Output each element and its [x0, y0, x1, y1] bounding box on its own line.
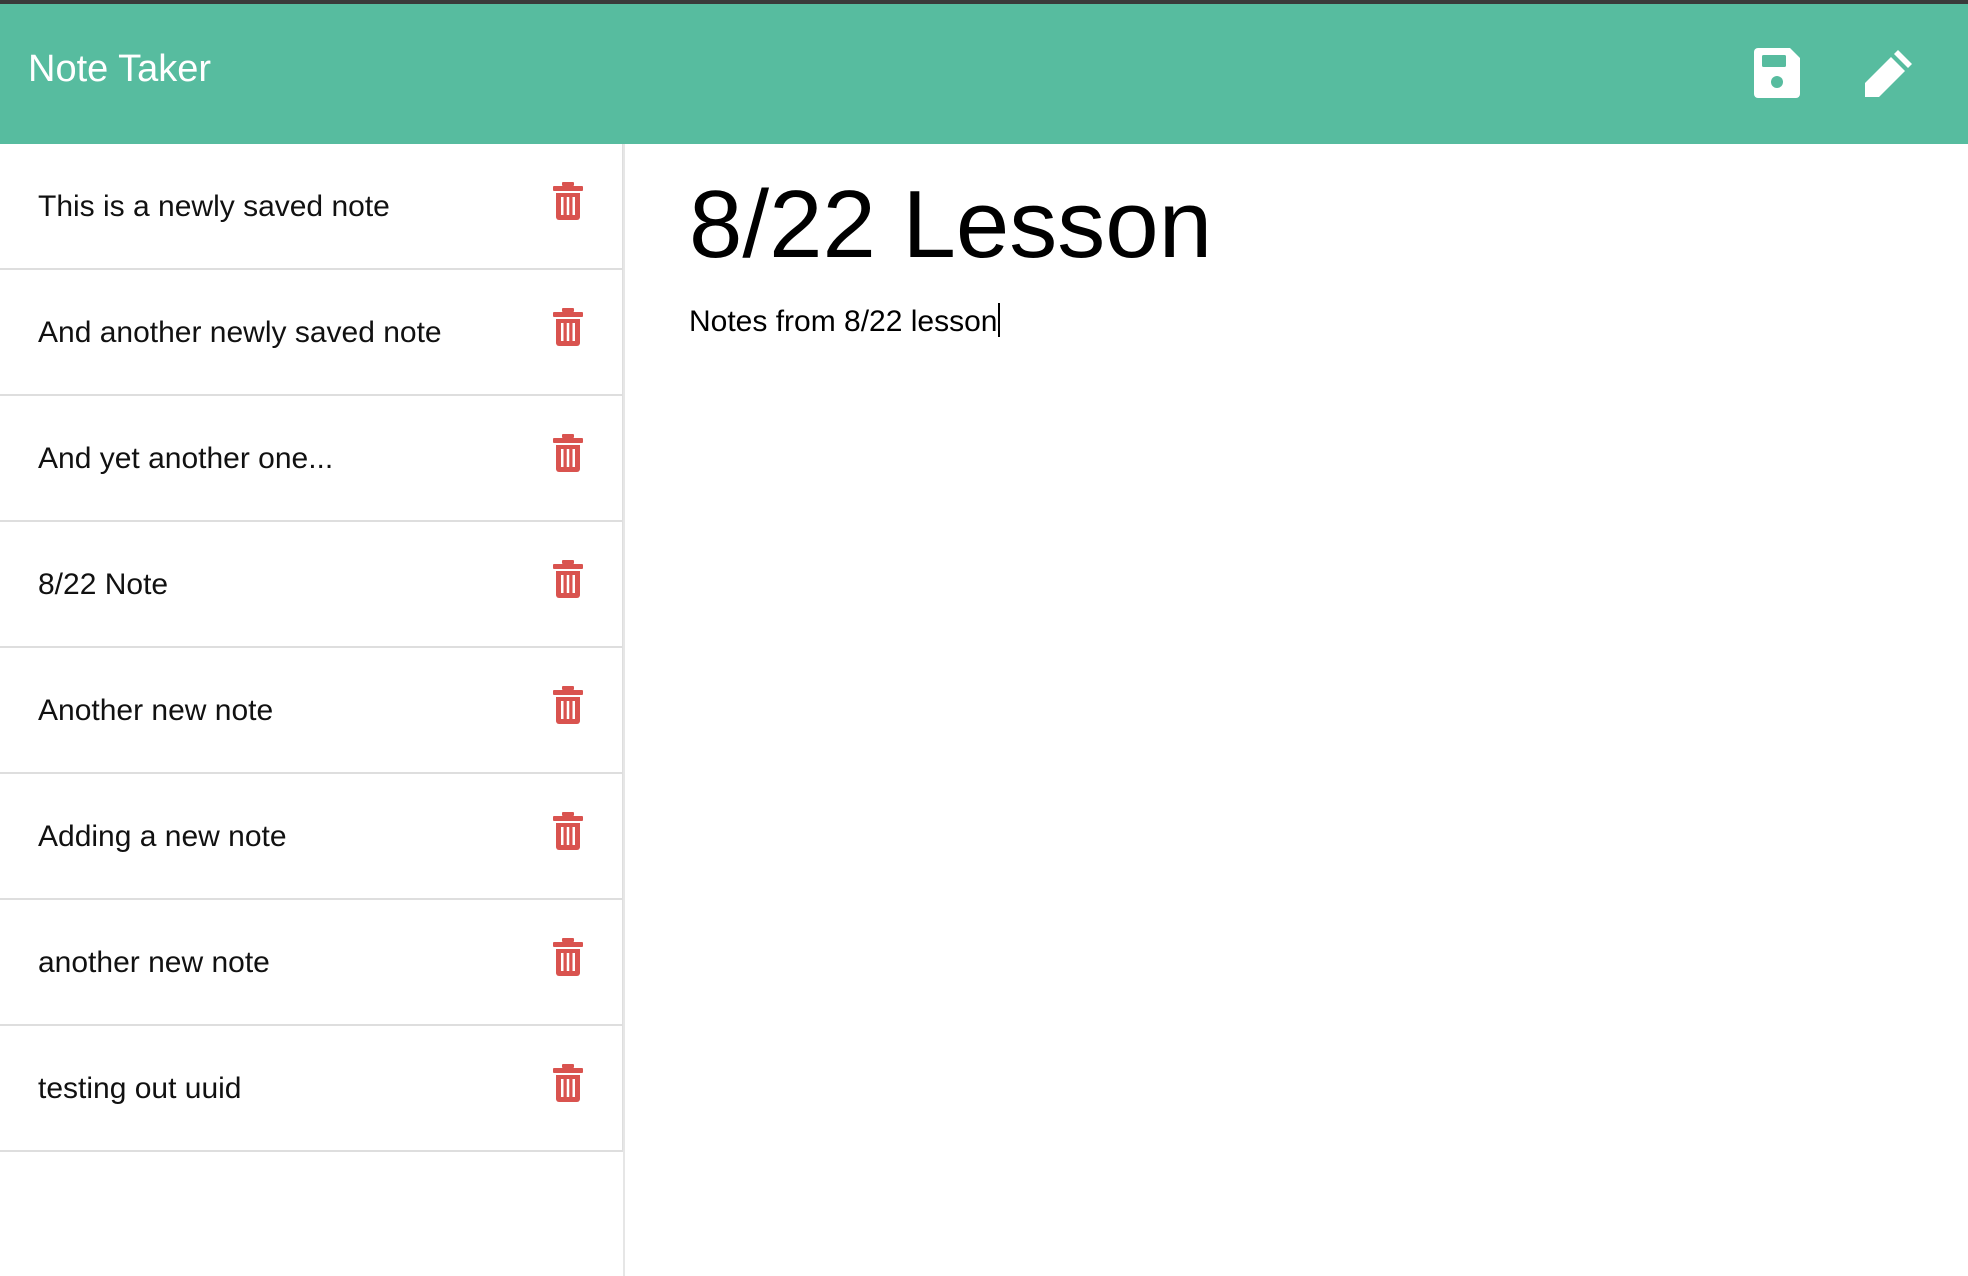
trash-icon[interactable]: [552, 308, 584, 346]
note-title-label: And another newly saved note: [38, 316, 442, 349]
trash-icon[interactable]: [552, 1064, 584, 1102]
note-editor: 8/22 Lesson Notes from 8/22 lesson: [627, 144, 1968, 1276]
trash-icon[interactable]: [552, 938, 584, 976]
note-title-label: This is a newly saved note: [38, 190, 390, 223]
list-item[interactable]: Another new note: [0, 648, 623, 774]
list-item[interactable]: 8/22 Note: [0, 522, 623, 648]
text-cursor: [998, 303, 1001, 337]
list-item[interactable]: And another newly saved note: [0, 270, 623, 396]
note-body-text: Notes from 8/22 lesson: [689, 305, 998, 338]
save-note-button[interactable]: [1752, 46, 1802, 100]
app-title[interactable]: Note Taker: [28, 50, 211, 88]
note-title-label: Adding a new note: [38, 820, 287, 853]
trash-icon[interactable]: [552, 434, 584, 472]
trash-icon[interactable]: [552, 686, 584, 724]
note-title-label: Another new note: [38, 694, 274, 727]
note-title-label: 8/22 Note: [38, 568, 169, 601]
new-note-button[interactable]: [1862, 46, 1916, 100]
floppy-disk-icon: [1754, 48, 1800, 98]
note-title-label: another new note: [38, 946, 270, 979]
list-item[interactable]: This is a newly saved note: [0, 144, 623, 270]
list-item[interactable]: And yet another one...: [0, 396, 623, 522]
note-title-label: testing out uuid: [38, 1072, 242, 1105]
list-item[interactable]: another new note: [0, 900, 623, 1026]
list-item[interactable]: Adding a new note: [0, 774, 623, 900]
pencil-icon: [1865, 50, 1912, 97]
navbar: Note Taker: [0, 4, 1968, 144]
trash-icon[interactable]: [552, 560, 584, 598]
note-title-input[interactable]: 8/22 Lesson: [689, 172, 1889, 278]
trash-icon[interactable]: [552, 812, 584, 850]
trash-icon[interactable]: [552, 182, 584, 220]
note-title-label: And yet another one...: [38, 442, 334, 475]
list-item[interactable]: testing out uuid: [0, 1026, 623, 1152]
note-list-sidebar: This is a newly saved note And another n…: [0, 144, 625, 1276]
note-list: This is a newly saved note And another n…: [0, 144, 623, 1152]
note-body-textarea[interactable]: Notes from 8/22 lesson: [689, 302, 1889, 902]
